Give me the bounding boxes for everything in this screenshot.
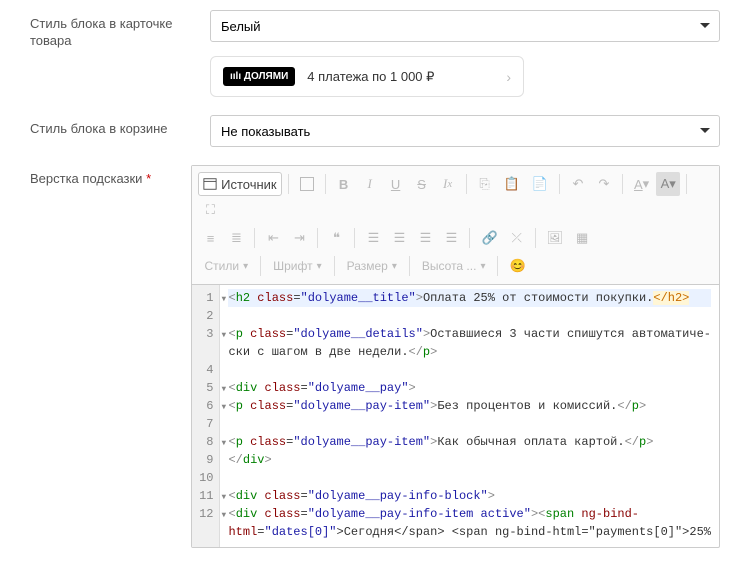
lineheight-combo[interactable]: Высота ...▾ [416,254,492,278]
italic-button[interactable]: I [358,172,382,196]
align-right-button[interactable]: ☰ [413,226,437,250]
label-tooltip-layout: Верстка подсказки * [30,165,191,188]
editor-toolbar: Источник B I U S Ix ⎘ 📋 📄 [192,166,719,285]
image-button[interactable]: 🖼 [542,226,569,250]
wysiwyg-editor: Источник B I U S Ix ⎘ 📋 📄 [191,165,720,548]
align-center-button[interactable]: ☰ [387,226,411,250]
label-block-style-card: Стиль блока в карточке товара [30,10,210,50]
font-combo[interactable]: Шрифт▾ [267,254,328,278]
unlink-button[interactable]: ⤫ [505,226,529,250]
align-justify-button[interactable]: ☰ [439,226,463,250]
paste-button[interactable]: 📋 [499,172,525,196]
bold-button[interactable]: B [332,172,356,196]
label-block-style-cart: Стиль блока в корзине [30,115,210,138]
outdent-button[interactable]: ⇤ [261,226,285,250]
underline-button[interactable]: U [384,172,408,196]
link-button[interactable]: 🔗 [476,226,502,250]
chevron-right-icon: › [506,69,511,85]
select-block-style-cart[interactable]: Не показывать [210,115,720,147]
source-button[interactable]: Источник [198,172,281,196]
source-icon [203,177,217,191]
paste-text-button[interactable]: 📄 [527,172,553,196]
redo-button[interactable]: ↷ [592,172,616,196]
preview-card[interactable]: ıılı ДОЛЯМИ 4 платежа по 1 000 ₽ › [210,56,524,97]
copy-button[interactable]: ⎘ [473,172,497,196]
select-block-style-card[interactable]: Белый [210,10,720,42]
indent-button[interactable]: ⇥ [287,226,311,250]
new-page-button[interactable] [295,172,319,196]
preview-text: 4 платежа по 1 000 ₽ [307,69,434,85]
code-editor[interactable]: 123456789101112 <h2 class="dolyame__titl… [192,285,719,547]
blockquote-button[interactable]: ❝ [324,226,348,250]
maximize-button[interactable]: ⛶ [198,198,222,222]
table-button[interactable]: ▦ [570,226,594,250]
numbered-list-button[interactable]: ≡ [198,226,222,250]
undo-button[interactable]: ↶ [566,172,590,196]
text-color-button[interactable]: A▾ [629,172,654,196]
emoji-button[interactable]: 😊 [504,254,530,278]
bullet-list-button[interactable]: ≣ [224,226,248,250]
size-combo[interactable]: Размер▾ [341,254,403,278]
strike-button[interactable]: S [410,172,434,196]
page-icon [300,177,314,191]
dolyami-badge: ıılı ДОЛЯМИ [223,67,295,86]
bg-color-button[interactable]: A▾ [656,172,680,196]
align-left-button[interactable]: ☰ [361,226,385,250]
styles-combo[interactable]: Стили▾ [198,254,254,278]
remove-format-button[interactable]: Ix [436,172,460,196]
